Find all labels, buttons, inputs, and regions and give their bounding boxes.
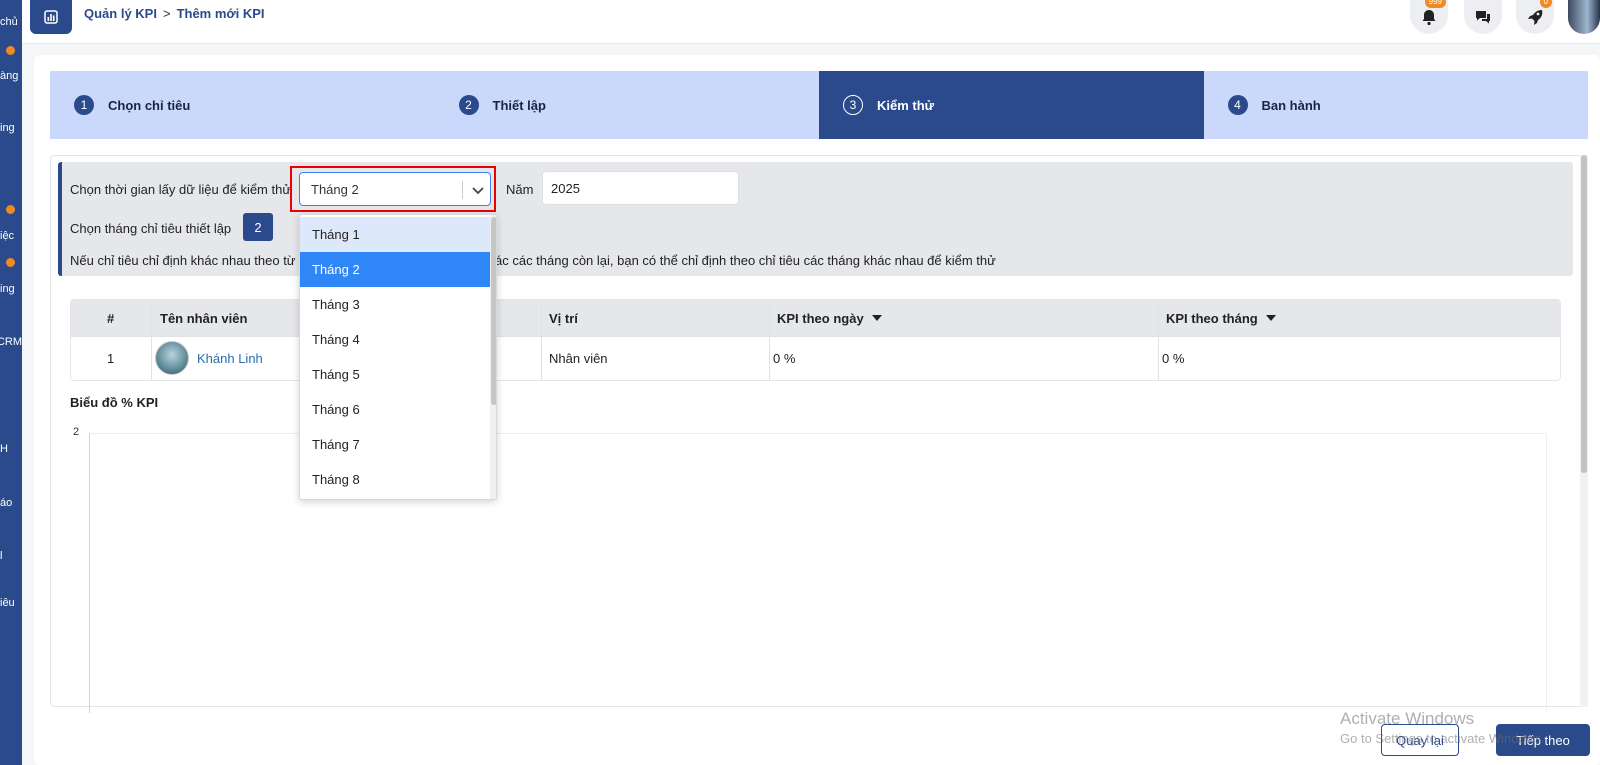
sidebar-item-crm[interactable]: CRM: [0, 336, 22, 348]
header-kpi-month[interactable]: KPI theo tháng: [1166, 300, 1276, 336]
chart-icon: [44, 10, 58, 24]
dropdown-option-month-2[interactable]: Tháng 2: [300, 252, 490, 287]
sidebar-item-work[interactable]: iệc: [0, 230, 22, 242]
header-kpi-month-label: KPI theo tháng: [1166, 310, 1258, 326]
breadcrumb: Quản lý KPI > Thêm mới KPI: [84, 6, 265, 21]
next-button[interactable]: Tiếp theo: [1496, 724, 1590, 756]
left-sidebar: chủ àng ing iệc ing CRM H áo l iêu: [0, 0, 22, 765]
page-scrollbar-thumb[interactable]: [1581, 155, 1587, 473]
rocket-icon: [1528, 10, 1543, 25]
month-select-value: Tháng 2: [311, 182, 359, 197]
kpi-table: # Tên nhân viên Vị trí KPI theo ngày KPI…: [70, 299, 1561, 381]
row-position: Nhân viên: [549, 350, 608, 366]
row-kpi-month: 0 %: [1162, 350, 1185, 366]
step-publish[interactable]: 4 Ban hành: [1203, 71, 1588, 139]
header-employee-name: Tên nhân viên: [160, 310, 248, 326]
sidebar-item-2[interactable]: àng: [0, 70, 22, 82]
notification-badge: 999: [1424, 0, 1446, 8]
breadcrumb-add-kpi: Thêm mới KPI: [176, 6, 265, 21]
chevron-down-icon[interactable]: [470, 182, 486, 198]
sidebar-notification-dot: [6, 46, 15, 55]
step-number: 4: [1227, 95, 1248, 115]
employee-name-link[interactable]: Khánh Linh: [197, 351, 263, 366]
sidebar-item-target[interactable]: iêu: [0, 597, 22, 609]
column-divider: [541, 300, 542, 380]
y-axis-tick: 2: [73, 426, 80, 438]
caret-down-icon[interactable]: [871, 315, 882, 321]
sidebar-item-3[interactable]: ing: [0, 122, 22, 134]
dropdown-scrollbar-thumb[interactable]: [491, 217, 496, 405]
header-kpi-day[interactable]: KPI theo ngày: [777, 300, 882, 336]
time-select-label: Chọn thời gian lấy dữ liệu để kiểm thử: [70, 182, 292, 197]
user-avatar[interactable]: [1568, 0, 1600, 34]
sidebar-notification-dot: [6, 205, 15, 214]
dropdown-option-month-3[interactable]: Tháng 3: [300, 287, 490, 322]
dropdown-option-month-6[interactable]: Tháng 6: [300, 392, 490, 427]
step-label: Ban hành: [1261, 97, 1321, 113]
header-index: #: [107, 310, 115, 326]
step-number: 3: [843, 95, 863, 115]
select-divider: [462, 181, 463, 199]
row-index: 1: [107, 350, 115, 366]
rocket-badge: 0: [1539, 0, 1552, 8]
sidebar-notification-dot: [6, 258, 15, 267]
notification-button[interactable]: 999: [1410, 0, 1448, 34]
sidebar-item-report[interactable]: áo: [0, 497, 22, 509]
row-kpi-day: 0 %: [773, 350, 796, 366]
header-position: Vị trí: [549, 310, 578, 326]
rocket-button[interactable]: 0: [1516, 0, 1554, 34]
month-dropdown-menu: Tháng 1 Tháng 2 Tháng 3 Tháng 4 Tháng 5 …: [299, 214, 497, 500]
step-label: Kiểm thử: [877, 97, 935, 113]
breadcrumb-separator: >: [162, 6, 171, 21]
dropdown-option-month-8[interactable]: Tháng 8: [300, 462, 490, 497]
back-button[interactable]: Quay lại: [1381, 724, 1459, 756]
sidebar-item-7[interactable]: H: [0, 443, 22, 455]
sidebar-item-5[interactable]: ing: [0, 283, 22, 295]
chat-button[interactable]: [1464, 0, 1502, 34]
dropdown-option-month-1[interactable]: Tháng 1: [300, 217, 490, 252]
wizard-steps: 1 Chọn chỉ tiêu 2 Thiết lập 3 Kiểm thử 4…: [50, 71, 1588, 139]
chat-icon: [1476, 11, 1490, 24]
dropdown-option-month-7[interactable]: Tháng 7: [300, 427, 490, 462]
step-testing[interactable]: 3 Kiểm thử: [819, 71, 1204, 139]
dropdown-option-month-4[interactable]: Tháng 4: [300, 322, 490, 357]
note-text-end: ác các tháng còn lại, bạn có thể chỉ địn…: [495, 253, 996, 268]
kpi-module-button[interactable]: [30, 0, 72, 34]
sidebar-item-9[interactable]: l: [0, 550, 22, 562]
column-divider: [1158, 300, 1159, 380]
year-label: Năm: [506, 182, 534, 197]
year-input[interactable]: [542, 171, 739, 205]
caret-down-icon[interactable]: [1265, 315, 1276, 321]
row-divider: [71, 336, 1560, 337]
step-number: 2: [458, 95, 479, 115]
setup-month-chip[interactable]: 2: [243, 213, 273, 241]
month-select[interactable]: Tháng 2: [299, 172, 491, 206]
step-number: 1: [74, 95, 94, 115]
dropdown-option-month-5[interactable]: Tháng 5: [300, 357, 490, 392]
note-text-start: Nếu chỉ tiêu chỉ định khác nhau theo từ: [70, 253, 296, 268]
breadcrumb-kpi-management[interactable]: Quản lý KPI: [84, 6, 157, 21]
setup-month-label: Chọn tháng chỉ tiêu thiết lập: [70, 221, 232, 236]
chart-title: Biểu đồ % KPI: [70, 395, 159, 410]
step-choose-target[interactable]: 1 Chọn chỉ tiêu: [50, 71, 435, 139]
avatar: [155, 341, 189, 375]
row-employee: Khánh Linh: [155, 340, 263, 376]
column-divider: [769, 300, 770, 380]
bell-icon: [1422, 10, 1436, 26]
column-divider: [151, 300, 152, 380]
step-setup[interactable]: 2 Thiết lập: [434, 71, 819, 139]
header-kpi-day-label: KPI theo ngày: [777, 310, 864, 326]
step-label: Chọn chỉ tiêu: [108, 97, 191, 113]
step-label: Thiết lập: [492, 97, 546, 113]
top-bar: Quản lý KPI > Thêm mới KPI 999 0: [22, 0, 1600, 44]
sidebar-item-home[interactable]: chủ: [0, 16, 22, 28]
